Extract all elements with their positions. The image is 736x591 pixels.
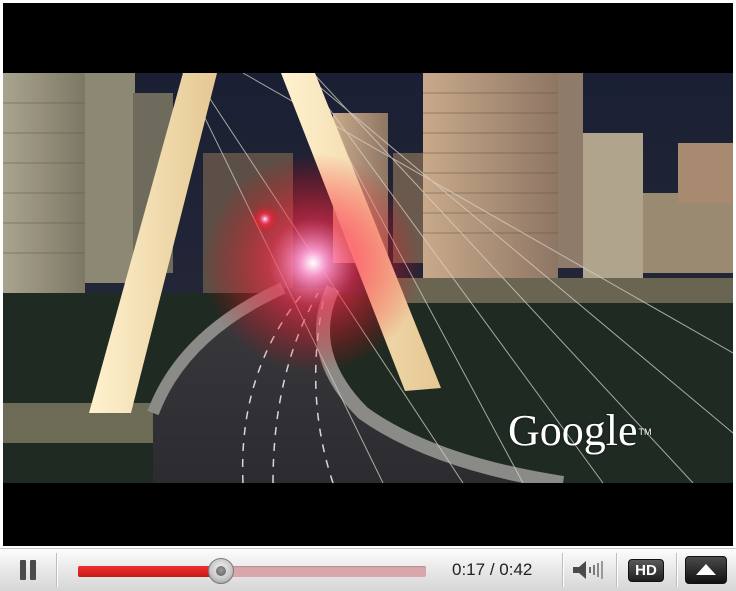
divider	[616, 553, 617, 587]
control-bar: 0:17 / 0:42 HD	[0, 548, 736, 591]
progress-bar[interactable]	[78, 558, 426, 584]
watermark-text: Google	[508, 406, 638, 455]
divider	[56, 553, 57, 587]
pause-icon	[18, 560, 38, 580]
time-separator: /	[485, 560, 500, 579]
trademark-mark: TM	[638, 427, 652, 437]
hd-button[interactable]: HD	[620, 549, 672, 591]
google-watermark: GoogleTM	[508, 405, 652, 456]
time-display: 0:17 / 0:42	[452, 560, 532, 580]
triangle-up-icon	[696, 564, 716, 575]
expand-button[interactable]	[680, 549, 732, 591]
speaker-volume-icon	[573, 561, 603, 579]
total-time: 0:42	[499, 560, 533, 579]
pause-button[interactable]	[0, 549, 56, 591]
progress-played	[78, 566, 221, 577]
scrubber-handle[interactable]	[207, 558, 234, 584]
current-time: 0:17	[452, 560, 486, 579]
video-frame[interactable]: GoogleTM	[3, 3, 733, 546]
hd-label: HD	[628, 558, 664, 582]
divider	[562, 553, 563, 587]
video-player: GoogleTM 0:17 / 0:42 HD	[0, 0, 736, 591]
volume-button[interactable]	[564, 549, 612, 591]
divider	[676, 553, 677, 587]
